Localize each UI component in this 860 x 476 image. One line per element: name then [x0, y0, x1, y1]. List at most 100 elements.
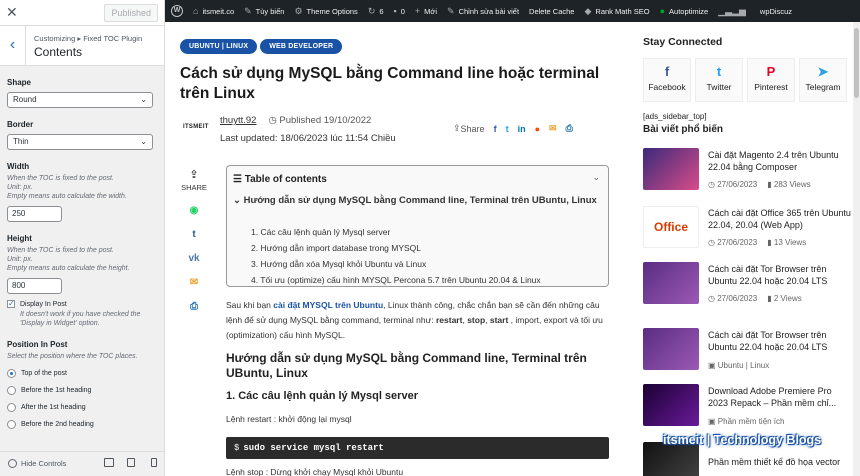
linkedin-icon[interactable]: in: [518, 124, 526, 134]
adminbar-delete-cache[interactable]: Delete Cache: [529, 7, 574, 16]
scrollbar-thumb[interactable]: [854, 28, 859, 98]
back-arrow-icon[interactable]: ‹: [0, 26, 26, 66]
height-input[interactable]: 800: [7, 278, 62, 294]
popular-post-item[interactable]: Cài đặt Magento 2.4 trên Ubuntu 22.04 bằ…: [643, 148, 853, 196]
popular-post-item[interactable]: Download Adobe Premiere Pro 2023 Repack …: [643, 384, 853, 432]
facebook-icon[interactable]: f: [494, 124, 497, 134]
pinterest-button[interactable]: P Pinterest: [747, 58, 795, 102]
reddit-icon[interactable]: ●: [535, 124, 540, 134]
toc-list: 1. Các câu lệnh quản lý Mysql server 2. …: [251, 224, 541, 288]
print-icon[interactable]: ⎙: [566, 123, 573, 134]
width-label: Width: [7, 162, 30, 171]
email-icon[interactable]: ✉: [549, 123, 557, 134]
post-meta: ◷ 27/06/2023 ▮ 13 Views: [708, 238, 807, 247]
radio-icon: [7, 420, 16, 429]
post-thumbnail[interactable]: [643, 328, 699, 370]
chevron-down-icon[interactable]: ⌄: [592, 172, 600, 183]
share-row: ⇪ Share f t in ● ✉ ⎙: [453, 123, 573, 134]
customizer-footer: Hide Controls: [0, 451, 164, 476]
post-title-link[interactable]: Cách cài đặt Tor Browser trên Ubuntu 22.…: [708, 263, 851, 287]
post-title-link[interactable]: Download Adobe Premiere Pro 2023 Repack …: [708, 385, 851, 409]
adminbar-rankmath[interactable]: ◆ Rank Math SEO: [584, 6, 649, 17]
position-option-after-1st[interactable]: After the 1st heading: [7, 403, 157, 412]
adminbar-updates[interactable]: ↻ 6: [368, 6, 384, 17]
display-in-post-checkbox[interactable]: ✓ Display In Post: [7, 300, 157, 308]
pinterest-icon: P: [766, 64, 776, 79]
width-description: When the TOC is fixed to the post. Unit: …: [7, 175, 127, 200]
post-title-link[interactable]: Phần mềm thiết kế đồ họa vector: [708, 456, 851, 468]
install-mysql-link[interactable]: cài đặt MYSQL trên Ubuntu: [273, 300, 383, 310]
close-icon[interactable]: ✕: [6, 5, 18, 19]
adminbar-new[interactable]: + Mới: [415, 6, 437, 16]
category-tags: UBUNTU | LINUX WEB DEVELOPER: [180, 39, 345, 54]
whatsapp-icon[interactable]: ◉: [179, 205, 209, 216]
section-title: Contents: [34, 45, 83, 59]
shape-select[interactable]: Round ⌄: [7, 92, 153, 108]
popular-post-item[interactable]: Office 365 Cách cài đặt Office 365 trên …: [643, 206, 853, 274]
table-of-contents: ☰ Table of contents ⌄ ⌄ Hướng dẫn sử dụn…: [226, 165, 609, 287]
adminbar-site[interactable]: ⌂ itsmeit.co: [193, 6, 234, 16]
desktop-preview-icon[interactable]: [104, 458, 114, 467]
author-link[interactable]: thuytt.92: [220, 115, 256, 126]
category-tag[interactable]: UBUNTU | LINUX: [180, 39, 258, 54]
position-option-top[interactable]: Top of the post: [7, 369, 157, 378]
adminbar-theme-options[interactable]: ⚙ Theme Options: [294, 6, 357, 17]
tablet-preview-icon[interactable]: [127, 458, 135, 467]
position-label: Position In Post: [7, 340, 68, 349]
section-header: ‹ Customizing ▸ Fixed TOC Plugin Content…: [0, 26, 164, 66]
post-thumbnail[interactable]: [643, 384, 699, 426]
adminbar-autoptimize[interactable]: ● Autoptimize: [660, 6, 709, 16]
popular-post-item[interactable]: Cách cài đặt Tor Browser trên Ubuntu 22.…: [643, 328, 853, 376]
telegram-button[interactable]: ➤ Telegram: [799, 58, 847, 102]
category-tag[interactable]: WEB DEVELOPER: [260, 39, 343, 54]
post-thumbnail[interactable]: [643, 442, 699, 476]
popular-post-item[interactable]: Cách cài đặt Tor Browser trên Ubuntu 22.…: [643, 262, 853, 310]
width-input[interactable]: 250: [7, 206, 62, 222]
post-meta: ◷ 27/06/2023 ▮ 283 Views: [708, 180, 811, 189]
site-brand-watermark: itsmeit | Technology Blogs: [663, 433, 822, 447]
refresh-icon: ↻: [367, 5, 376, 16]
position-option-before-1st[interactable]: Before the 1st heading: [7, 386, 157, 395]
post-title-link[interactable]: Cách cài đặt Tor Browser trên Ubuntu 22.…: [708, 329, 851, 353]
popular-post-item[interactable]: Phần mềm thiết kế đồ họa vector: [643, 442, 853, 476]
post-thumbnail[interactable]: Office 365: [643, 206, 699, 274]
scrollbar[interactable]: [853, 22, 860, 476]
height-label: Height: [7, 234, 32, 243]
post-title-link[interactable]: Cài đặt Magento 2.4 trên Ubuntu 22.04 bằ…: [708, 149, 851, 173]
toc-title[interactable]: ☰ Table of contents: [233, 174, 327, 185]
post-title-link[interactable]: Cách cài đặt Office 365 trên Ubuntu 22.0…: [708, 207, 851, 231]
hide-controls-button[interactable]: Hide Controls: [8, 459, 66, 468]
rankmath-icon: ◆: [584, 5, 592, 16]
adminbar-customize[interactable]: ✎ Tùy biến: [244, 6, 284, 17]
height-description: When the TOC is fixed to the post. Unit: …: [7, 247, 130, 272]
post-thumbnail[interactable]: [643, 262, 699, 304]
post-thumbnail[interactable]: [643, 148, 699, 190]
share-icon: ⇪: [189, 169, 199, 181]
site-preview: UBUNTU | LINUX WEB DEVELOPER Cách sử dụn…: [165, 22, 860, 476]
publish-button[interactable]: Published: [104, 4, 158, 22]
toc-item[interactable]: 3. Hướng dẫn xóa Mysql khỏi Ubuntu và Li…: [251, 256, 541, 272]
twitter-icon[interactable]: t: [506, 124, 509, 134]
facebook-button[interactable]: f Facebook: [643, 58, 691, 102]
facebook-icon: f: [664, 64, 670, 79]
toc-item[interactable]: 1. Các câu lệnh quản lý Mysql server: [251, 224, 541, 240]
tumblr-icon[interactable]: t: [179, 229, 209, 240]
toc-item[interactable]: 4. Tối ưu (optimize) cấu hình MYSQL Perc…: [251, 272, 541, 288]
radio-icon: [7, 369, 16, 378]
adminbar-wpdiscuz[interactable]: wpDiscuz: [760, 7, 792, 16]
ads-placeholder: [ads_sidebar_top]: [643, 112, 707, 121]
adminbar-comments[interactable]: ▪ 0: [394, 6, 405, 16]
email-icon[interactable]: ✉: [179, 277, 209, 288]
toc-item[interactable]: 2. Hướng dẫn import database trong MYSQL: [251, 240, 541, 256]
wordpress-logo-icon[interactable]: W: [171, 5, 183, 17]
toc-top-item[interactable]: ⌄ Hướng dẫn sử dụng MySQL bằng Command l…: [233, 195, 601, 207]
border-select[interactable]: Thin ⌄: [7, 134, 153, 150]
vk-icon[interactable]: vk: [179, 253, 209, 264]
hide-icon: [8, 459, 17, 468]
twitter-button[interactable]: t Twitter: [695, 58, 743, 102]
adminbar-edit[interactable]: ✎ Chỉnh sửa bài viết: [447, 6, 519, 17]
print-icon[interactable]: ⎙: [179, 301, 209, 312]
mobile-preview-icon[interactable]: [151, 458, 157, 467]
position-option-before-2nd[interactable]: Before the 2nd heading: [7, 420, 157, 429]
checkmark-icon[interactable]: ✓: [7, 300, 15, 308]
